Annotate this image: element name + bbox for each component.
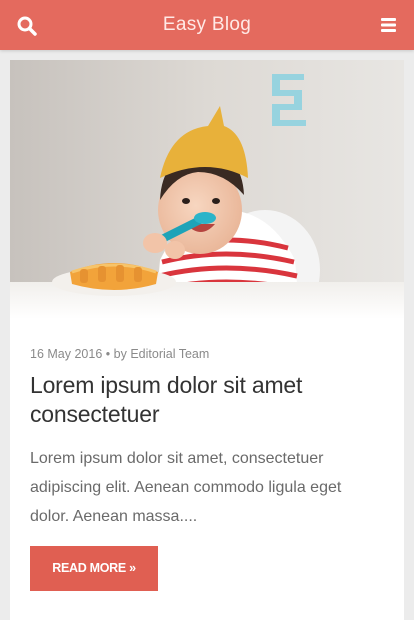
meta-separator: • — [105, 347, 111, 361]
site-title[interactable]: Easy Blog — [0, 0, 414, 50]
post-meta: 16 May 2016 • by Editorial Team — [30, 347, 209, 361]
post-featured-image[interactable] — [10, 60, 404, 319]
post-card: 16 May 2016 • by Editorial Team Lorem ip… — [10, 60, 404, 620]
by-label: by — [113, 347, 127, 361]
top-navigation-bar: Easy Blog — [0, 0, 414, 50]
post-title[interactable]: Lorem ipsum dolor sit amet consectetuer — [30, 371, 370, 429]
post-excerpt: Lorem ipsum dolor sit amet, consectetuer… — [30, 450, 342, 525]
post-date: 16 May 2016 — [30, 347, 103, 361]
hamburger-menu-icon[interactable] — [380, 16, 398, 34]
author-link[interactable]: Editorial Team — [130, 347, 209, 361]
read-more-button[interactable]: READ MORE » — [30, 546, 158, 591]
